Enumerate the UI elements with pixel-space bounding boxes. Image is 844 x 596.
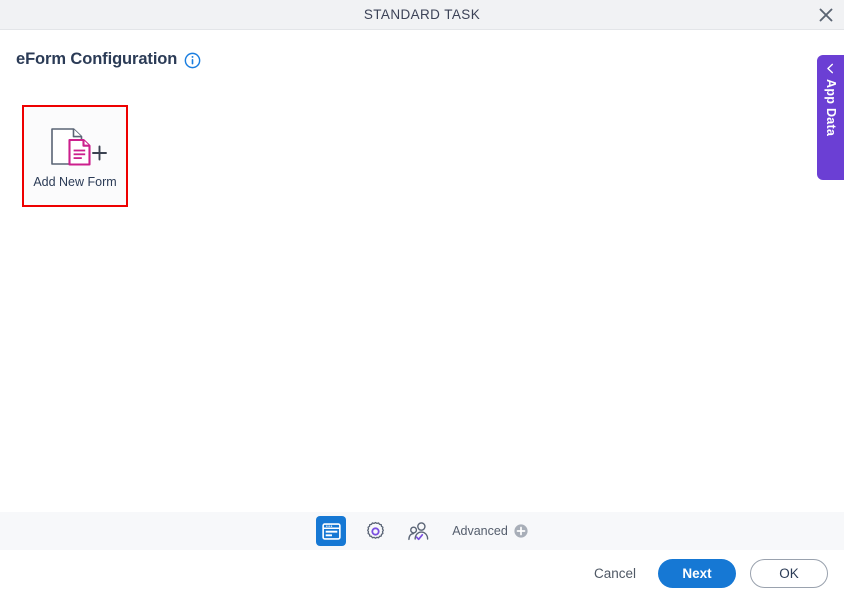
footer-actions: Cancel Next OK — [0, 550, 844, 596]
form-designer-icon — [322, 522, 341, 540]
bottom-toolbar: Advanced — [0, 512, 844, 550]
gear-icon — [366, 521, 384, 539]
window-titlebar: STANDARD TASK — [0, 0, 844, 30]
cancel-button[interactable]: Cancel — [586, 560, 644, 587]
advanced-label: Advanced — [452, 524, 508, 538]
plus-circle-icon — [514, 524, 528, 538]
advanced-toggle[interactable]: Advanced — [452, 524, 528, 538]
close-icon — [819, 8, 833, 22]
page-title: eForm Configuration — [16, 50, 178, 68]
page-heading: eForm Configuration — [16, 50, 201, 69]
window-title: STANDARD TASK — [363, 7, 481, 22]
app-data-panel-tab[interactable]: App Data — [817, 55, 844, 180]
add-new-form-card[interactable]: Add New Form — [22, 105, 128, 207]
add-new-form-icon — [51, 127, 107, 166]
toolbar-assign-user-button[interactable] — [404, 516, 434, 546]
chevron-left-icon — [827, 63, 834, 74]
toolbar-form-designer-button[interactable] — [316, 516, 347, 546]
close-button[interactable] — [814, 4, 838, 26]
info-circle-icon[interactable] — [184, 52, 201, 69]
add-new-form-label: Add New Form — [33, 174, 117, 189]
app-data-label: App Data — [824, 79, 838, 137]
user-check-icon — [408, 521, 429, 540]
form-cards-area: Add New Form — [22, 105, 844, 506]
ok-button[interactable]: OK — [750, 558, 828, 588]
next-button[interactable]: Next — [658, 558, 736, 588]
toolbar-settings-button[interactable] — [360, 516, 390, 546]
